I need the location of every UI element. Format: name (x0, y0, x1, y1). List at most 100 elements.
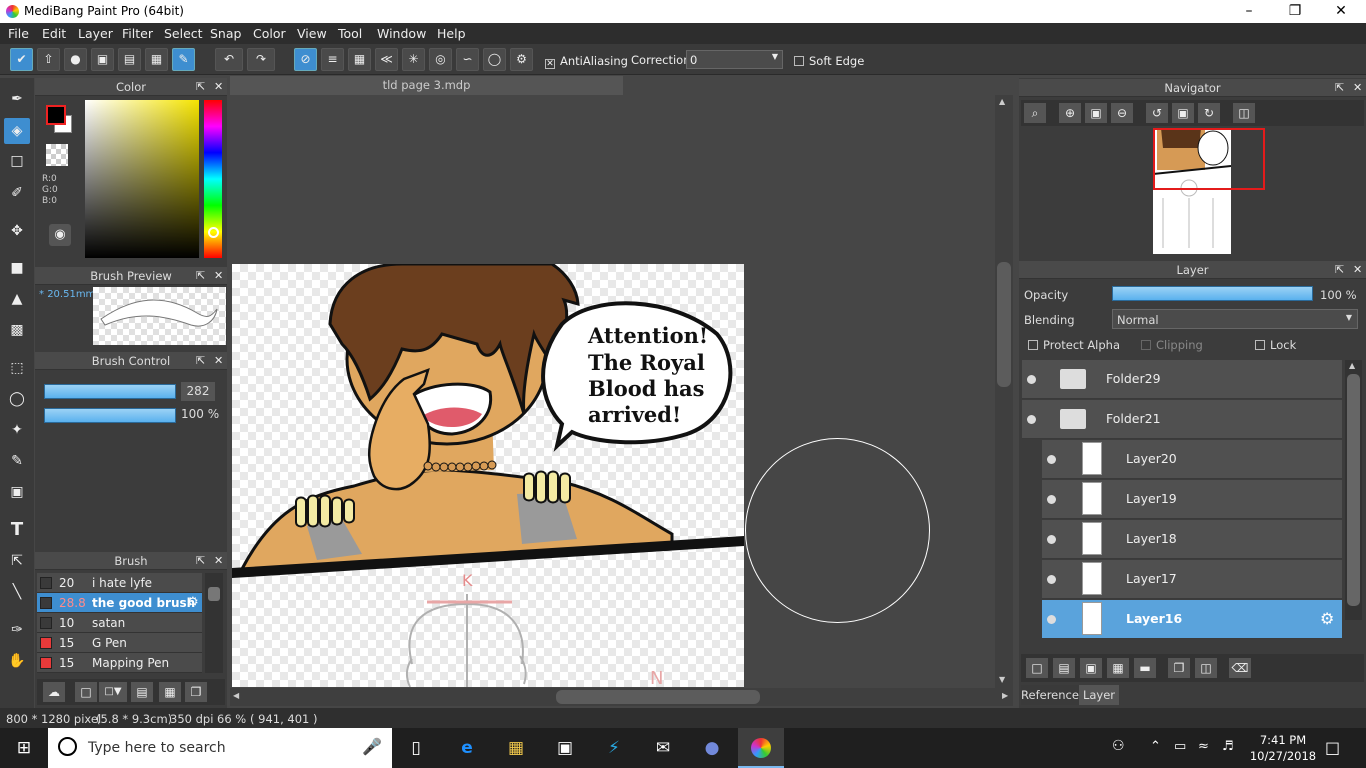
operation-tool-icon[interactable]: ⇱ (4, 548, 30, 574)
delete-layer-icon[interactable]: ⌫ (1229, 658, 1251, 678)
transparent-color-swatch[interactable] (46, 144, 68, 166)
dot-tool-icon[interactable]: □ (4, 148, 30, 174)
brush-item-selected[interactable]: 28.8 the good brush ⚙ (37, 593, 202, 613)
reset-rotation-icon[interactable]: ▣ (1172, 103, 1194, 123)
menu-select[interactable]: Select (164, 26, 203, 41)
radial-snap-icon[interactable]: ✳ (402, 48, 425, 71)
select-eraser-tool-icon[interactable]: ▣ (4, 479, 30, 505)
horizontal-scrollbar[interactable]: ◀ ▶ (230, 688, 1013, 706)
task-view-icon[interactable]: ▯ (404, 736, 428, 760)
merge-layer-icon[interactable]: ◫ (1195, 658, 1217, 678)
brush-item[interactable]: 15 Mapping Pen (37, 653, 202, 673)
close-icon[interactable]: ✕ (214, 269, 223, 282)
close-icon[interactable]: ✕ (214, 554, 223, 567)
material-icon[interactable]: ▦ (145, 48, 168, 71)
cloud-brush-icon[interactable]: ☁ (43, 682, 65, 702)
visibility-eye-icon[interactable] (1047, 575, 1056, 584)
hand-tool-icon[interactable]: ✋ (4, 648, 30, 674)
text-tool-icon[interactable]: T (4, 517, 30, 543)
magic-wand-tool-icon[interactable]: ✦ (4, 417, 30, 443)
lasso-tool-icon[interactable]: ◯ (4, 386, 30, 412)
vertical-scroll-thumb[interactable] (997, 262, 1011, 387)
chevron-up-icon[interactable]: ⌃ (1150, 739, 1161, 754)
scroll-right-icon[interactable]: ▶ (1002, 691, 1008, 700)
snap-settings-icon[interactable]: ⚙ (510, 48, 533, 71)
undock-icon[interactable]: ⇱ (196, 80, 205, 93)
flip-horizontal-icon[interactable]: ◫ (1233, 103, 1255, 123)
viewport-rectangle[interactable] (1153, 128, 1265, 190)
eyedropper-tool-icon[interactable]: ✑ (4, 617, 30, 643)
visibility-eye-icon[interactable] (1047, 495, 1056, 504)
gear-icon[interactable]: ⚙ (1320, 609, 1334, 628)
new-layer-icon[interactable]: □ (1026, 658, 1048, 678)
visibility-eye-icon[interactable] (1027, 415, 1036, 424)
select-pen-tool-icon[interactable]: ✎ (4, 448, 30, 474)
layer-row-layer20[interactable]: Layer20 (1042, 440, 1342, 479)
grid-snap-icon[interactable]: ▦ (348, 48, 371, 71)
medibang-taskbar-button[interactable] (738, 728, 784, 768)
undock-icon[interactable]: ⇱ (1335, 263, 1344, 276)
new-halftone-layer-icon[interactable]: ▦ (1107, 658, 1129, 678)
battery-icon[interactable]: ▭ (1174, 739, 1186, 754)
clipping-checkbox[interactable]: Clipping (1141, 338, 1203, 352)
menu-snap[interactable]: Snap (210, 26, 241, 41)
select-rect-tool-icon[interactable]: ⬚ (4, 355, 30, 381)
curve-snap-icon[interactable]: ∽ (456, 48, 479, 71)
brush-item[interactable]: 10 satan (37, 613, 202, 633)
visibility-eye-icon[interactable] (1047, 615, 1056, 624)
close-icon[interactable]: ✕ (214, 80, 223, 93)
menu-tool[interactable]: Tool (338, 26, 362, 41)
folder-icon[interactable]: ▦ (159, 682, 181, 702)
concentric-snap-icon[interactable]: ◎ (429, 48, 452, 71)
speech-balloon-icon[interactable]: ▣ (91, 48, 114, 71)
palette-icon[interactable]: ◉ (49, 224, 71, 246)
antialiasing-checkbox[interactable]: ✕ AntiAliasing (545, 54, 628, 69)
brush-settings-icon[interactable]: ▤ (131, 682, 153, 702)
gradient-tool-icon[interactable]: ▩ (4, 317, 30, 343)
undock-icon[interactable]: ⇱ (196, 354, 205, 367)
minimize-button[interactable]: – (1226, 0, 1272, 23)
undock-icon[interactable]: ⇱ (1335, 81, 1344, 94)
visibility-eye-icon[interactable] (1047, 535, 1056, 544)
wifi-icon[interactable]: ≈ (1198, 739, 1209, 754)
menu-view[interactable]: View (297, 26, 327, 41)
edit-panel-icon[interactable]: ✎ (172, 48, 195, 71)
rotate-left-icon[interactable]: ↺ (1146, 103, 1168, 123)
close-icon[interactable]: ✕ (1353, 81, 1362, 94)
microphone-icon[interactable]: 🎤 (362, 737, 382, 756)
move-tool-icon[interactable]: ✥ (4, 218, 30, 244)
brush-type-dropdown-icon[interactable]: □▼ (99, 682, 127, 702)
scroll-up-icon[interactable]: ▲ (1349, 361, 1355, 370)
mail-icon[interactable]: ✉ (651, 736, 675, 760)
rotate-right-icon[interactable]: ↻ (1198, 103, 1220, 123)
hue-handle[interactable] (208, 227, 219, 238)
fill-tool-icon[interactable]: ▲ (4, 286, 30, 312)
taskbar-search-box[interactable]: Type here to search 🎤 (48, 728, 392, 768)
perspective-snap-icon[interactable]: ≪ (375, 48, 398, 71)
duplicate-layer-icon[interactable]: ❐ (1168, 658, 1190, 678)
upload-icon[interactable]: ⇧ (37, 48, 60, 71)
edge-browser-icon[interactable]: e (455, 736, 479, 760)
menu-color[interactable]: Color (253, 26, 286, 41)
new-1bit-layer-icon[interactable]: ▣ (1080, 658, 1102, 678)
document-tab[interactable]: tld page 3.mdp (230, 76, 623, 95)
vertical-scrollbar[interactable]: ▲ ▼ (995, 95, 1013, 688)
add-brush-icon[interactable]: □ (75, 682, 97, 702)
menu-layer[interactable]: Layer (78, 26, 113, 41)
brush-list-scrollbar[interactable] (205, 573, 223, 673)
menu-edit[interactable]: Edit (42, 26, 66, 41)
brush-item[interactable]: 20 i hate lyfe (37, 573, 202, 593)
horizontal-scroll-thumb[interactable] (556, 690, 760, 704)
cloud-sync-icon[interactable]: ✔ (10, 48, 33, 71)
layer-row-layer17[interactable]: Layer17 (1042, 560, 1342, 599)
tab-reference[interactable]: Reference (1021, 685, 1079, 705)
visibility-eye-icon[interactable] (1047, 455, 1056, 464)
visibility-eye-icon[interactable] (1027, 375, 1036, 384)
brush-item[interactable]: 15 G Pen (37, 633, 202, 653)
notifications-icon[interactable]: □ (1325, 738, 1340, 757)
undock-icon[interactable]: ⇱ (196, 269, 205, 282)
undo-icon[interactable]: ↶ (215, 48, 243, 71)
discord-icon[interactable]: ● (700, 736, 724, 760)
blending-dropdown[interactable]: Normal ▼ (1112, 309, 1358, 329)
layer-row-folder21[interactable]: Folder21 (1022, 400, 1342, 439)
